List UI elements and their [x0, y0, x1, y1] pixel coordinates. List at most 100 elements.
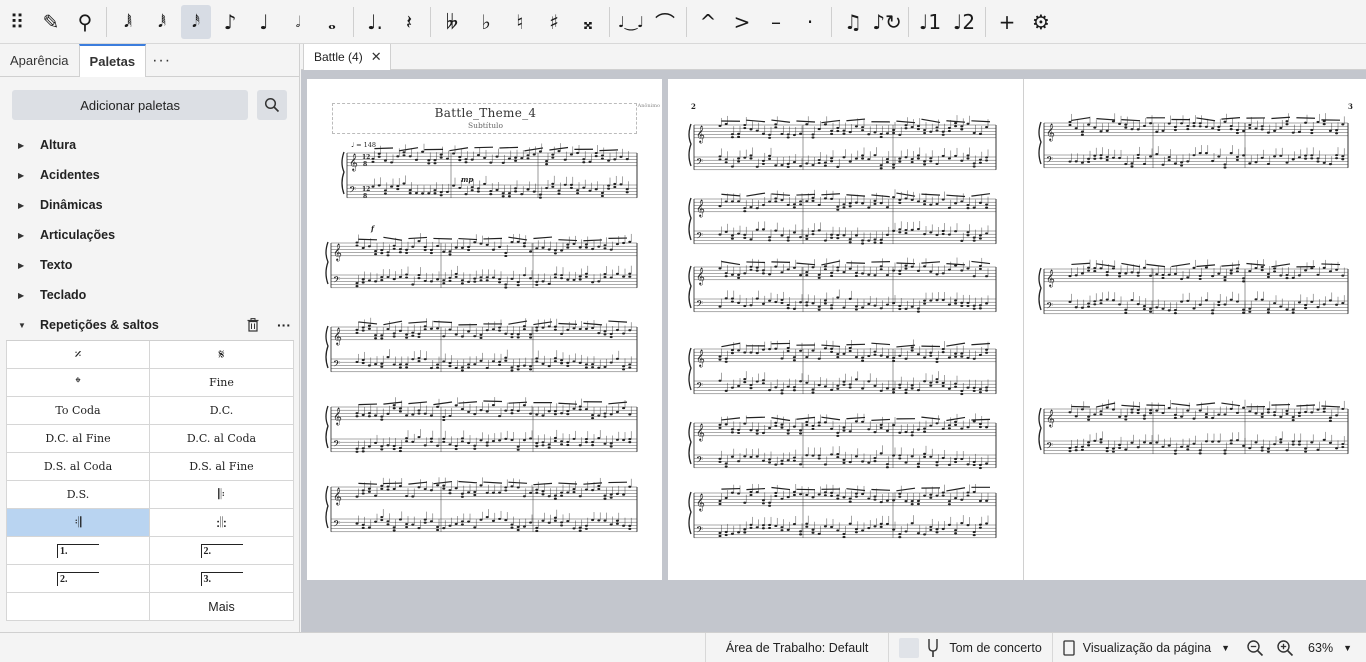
palette-cell[interactable]: D.C. al Coda [150, 425, 294, 453]
category-more-button[interactable]: ··· [277, 317, 291, 333]
tab-palettes[interactable]: Paletas [78, 44, 147, 77]
palette-cell[interactable]: Fine [150, 369, 294, 397]
dynamic-f[interactable]: f [371, 224, 374, 233]
palette-cell[interactable]: 1. [6, 537, 150, 565]
note-input-pencil-icon[interactable]: ✎ [36, 5, 66, 39]
close-icon[interactable]: ✕ [371, 49, 382, 65]
concert-pitch-toggle[interactable]: Tom de concerto [888, 632, 1051, 662]
palette-cell[interactable]: D.S. [6, 481, 150, 509]
palette-category[interactable]: ▶ Altura [0, 130, 299, 160]
score-canvas[interactable]: Battle_Theme_4 Subtítulo Anônimo ♩ = 148… [301, 70, 1366, 632]
palette-cell[interactable]: D.C. [150, 397, 294, 425]
zoom-out-button[interactable] [1240, 633, 1270, 662]
note-quarter-icon[interactable]: ♩ [249, 5, 279, 39]
score-pages-2-3[interactable]: 2 3 𝄞 𝄢 𝄞 𝄢 𝄞 𝄢 𝄞 𝄢 𝄞 𝄢 𝄞 𝄢 𝄞 𝄢 𝄞 𝄢 𝄞 𝄢 [668, 79, 1366, 580]
svg-text:𝄢: 𝄢 [333, 359, 340, 372]
staff-system[interactable]: 𝄞𝄢128128 [341, 143, 647, 207]
palette-cell[interactable]: 2. [6, 565, 150, 593]
note-whole-icon[interactable]: 𝅝 [317, 5, 347, 39]
panel-more-menu-button[interactable]: ··· [146, 44, 177, 77]
voice-1-icon[interactable]: ♩1 [915, 5, 945, 39]
staff-system[interactable]: 𝄞𝄢 [1038, 113, 1358, 177]
score-tab[interactable]: Battle (4) ✕ [303, 44, 391, 70]
palette-cell[interactable]: 𝄇 [6, 509, 150, 537]
note-64th-icon[interactable]: 𝅘𝅥𝅲 [113, 5, 143, 39]
staff-system[interactable]: 𝄞𝄢 [325, 397, 647, 461]
staff-system[interactable]: 𝄞𝄢 [688, 483, 1006, 547]
palette-category[interactable]: ▶ Dinâmicas [0, 190, 299, 220]
staff-system[interactable]: 𝄞𝄢 [688, 115, 1006, 179]
concert-pitch-checkbox[interactable] [899, 637, 920, 658]
palette-cell[interactable]: 𝄌 [6, 369, 150, 397]
tie-icon[interactable]: ♩‿♩ [616, 5, 646, 39]
collapsed-arrow-icon: ▶ [18, 140, 25, 150]
note-32nd-icon[interactable]: 𝅘𝅥𝅱 [147, 5, 177, 39]
palette-cell[interactable]: 𝄎 [6, 341, 150, 369]
page-view-icon [1063, 639, 1075, 656]
workspace-selector[interactable]: Área de Trabalho: Default [704, 632, 888, 662]
palette-cell[interactable]: 2. [150, 537, 294, 565]
score-composer[interactable]: Anônimo [638, 103, 660, 109]
add-icon[interactable]: + [992, 5, 1022, 39]
svg-text:8: 8 [363, 161, 367, 168]
palette-cell[interactable]: To Coda [6, 397, 150, 425]
palette-cell[interactable]: 3. [150, 565, 294, 593]
zoom-in-button[interactable] [1270, 633, 1300, 662]
input-mode-pin-icon[interactable]: ⚲ [70, 5, 100, 39]
palette-cell[interactable]: D.C. al Fine [6, 425, 150, 453]
score-title[interactable]: Battle_Theme_4 [333, 106, 638, 120]
voice-2-icon[interactable]: ♩2 [949, 5, 979, 39]
marcato-icon[interactable]: ^ [693, 5, 723, 39]
drag-handle-icon[interactable]: ⠿ [2, 5, 32, 39]
staff-system[interactable]: 𝄞𝄢 [688, 413, 1006, 477]
tuning-fork-icon [928, 638, 939, 657]
augmentation-dot-icon[interactable]: ♩. [360, 5, 390, 39]
staff-system[interactable]: 𝄞𝄢 [1038, 399, 1358, 463]
palette-cell[interactable]: 𝄋 [150, 341, 294, 369]
note-eighth-icon[interactable]: ♪ [215, 5, 245, 39]
trash-icon[interactable] [247, 318, 259, 332]
zoom-level-selector[interactable]: 63% ▼ [1300, 633, 1366, 662]
palette-cell[interactable]: D.S. al Fine [150, 453, 294, 481]
search-palettes-button[interactable] [257, 90, 287, 120]
palette-category[interactable]: ▶ Articulações [0, 220, 299, 250]
tab-appearance[interactable]: Aparência [0, 44, 79, 77]
palette-cell[interactable]: D.S. al Coda [6, 453, 150, 481]
flip-direction-icon[interactable]: ♪↻ [872, 5, 902, 39]
staff-system[interactable]: 𝄞𝄢 [688, 189, 1006, 253]
staff-system[interactable]: 𝄞𝄢 [325, 317, 647, 381]
palette-category[interactable]: ▶ Acidentes [0, 160, 299, 190]
note-16th-icon[interactable]: 𝅘𝅥𝅰 [181, 4, 211, 39]
more-palettes-button[interactable]: Mais [150, 593, 294, 621]
staff-system[interactable]: 𝄞𝄢 [1038, 259, 1358, 323]
add-palettes-button[interactable]: Adicionar paletas [12, 90, 249, 120]
slur-icon[interactable]: ⌒ [650, 5, 680, 39]
palette-category[interactable]: ▶ Teclado [0, 280, 299, 310]
note-half-icon[interactable]: 𝅗𝅥 [283, 5, 313, 39]
rest-icon[interactable]: 𝄽 [394, 5, 424, 39]
double-sharp-icon[interactable]: 𝄪 [573, 5, 603, 39]
staff-system[interactable]: 𝄞𝄢 [325, 233, 647, 297]
palette-category-repeats-jumps[interactable]: ▼ Repetições & saltos ··· [0, 310, 299, 340]
staff-system[interactable]: 𝄞𝄢 [688, 339, 1006, 403]
staff-system[interactable]: 𝄞𝄢 [688, 257, 1006, 321]
staff-system[interactable]: 𝄞𝄢 [325, 477, 647, 541]
title-frame[interactable]: Battle_Theme_4 Subtítulo [332, 103, 637, 134]
sharp-icon[interactable]: ♯ [539, 5, 569, 39]
palette-category[interactable]: ▶ Texto [0, 250, 299, 280]
palette-cell[interactable]: 𝄆 [150, 481, 294, 509]
svg-text:𝄢: 𝄢 [349, 185, 356, 198]
staccato-icon[interactable]: · [795, 5, 825, 39]
palette-cell[interactable]: :𝄁: [150, 509, 294, 537]
tenuto-icon[interactable]: – [761, 5, 791, 39]
score-page-1[interactable]: Battle_Theme_4 Subtítulo Anônimo ♩ = 148… [307, 79, 662, 580]
toolbar-separator [985, 6, 986, 37]
accent-icon[interactable]: > [727, 5, 757, 39]
flat-icon[interactable]: ♭ [471, 5, 501, 39]
score-subtitle[interactable]: Subtítulo [333, 121, 638, 130]
settings-gear-icon[interactable]: ⚙ [1026, 5, 1056, 39]
tuplet-icon[interactable]: ♫ [838, 5, 868, 39]
double-flat-icon[interactable]: 𝄫 [437, 5, 467, 39]
view-mode-selector[interactable]: Visualização da página ▼ [1051, 632, 1240, 662]
natural-icon[interactable]: ♮ [505, 5, 535, 39]
